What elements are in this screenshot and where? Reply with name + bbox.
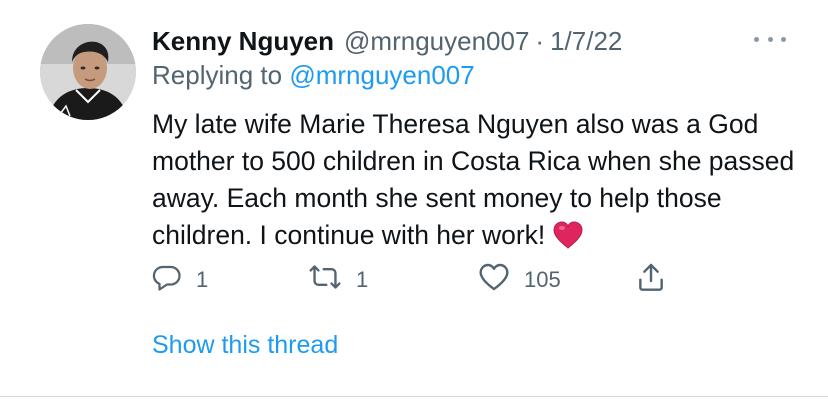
avatar[interactable] (40, 24, 136, 120)
share-button[interactable] (636, 258, 666, 302)
tweet-text-content: My late wife Marie Theresa Nguyen also w… (152, 109, 795, 250)
author-display-name[interactable]: Kenny Nguyen (152, 26, 334, 57)
replying-to-mention[interactable]: @mrnguyen007 (289, 60, 474, 90)
share-icon (636, 261, 666, 299)
reply-count: 1 (196, 267, 209, 292)
red-heart-emoji-icon (553, 221, 583, 259)
divider (0, 396, 828, 397)
header-separator: · (535, 25, 545, 56)
replying-to-prefix: Replying to (152, 60, 283, 90)
like-count: 105 (524, 267, 561, 292)
heart-outline-icon (478, 262, 510, 298)
retweet-icon (308, 262, 342, 298)
author-handle[interactable]: @mrnguyen007 (344, 26, 529, 57)
retweet-button[interactable]: 1 (308, 258, 368, 302)
replying-to-line: Replying to @mrnguyen007 (152, 60, 475, 91)
like-button[interactable]: 105 (478, 258, 561, 302)
tweet-actions: 1 1 105 (152, 258, 712, 302)
more-horizontal-icon[interactable] (754, 28, 786, 50)
tweet[interactable]: Kenny Nguyen @mrnguyen007 · 1/7/22 Reply… (0, 0, 828, 402)
show-thread-link[interactable]: Show this thread (152, 331, 338, 360)
tweet-date[interactable]: 1/7/22 (550, 26, 622, 57)
reply-icon (152, 262, 182, 298)
tweet-header: Kenny Nguyen @mrnguyen007 · 1/7/22 (152, 24, 622, 58)
reply-button[interactable]: 1 (152, 258, 208, 302)
tweet-text: My late wife Marie Theresa Nguyen also w… (152, 106, 802, 259)
retweet-count: 1 (356, 267, 369, 292)
avatar-photo (40, 24, 136, 120)
